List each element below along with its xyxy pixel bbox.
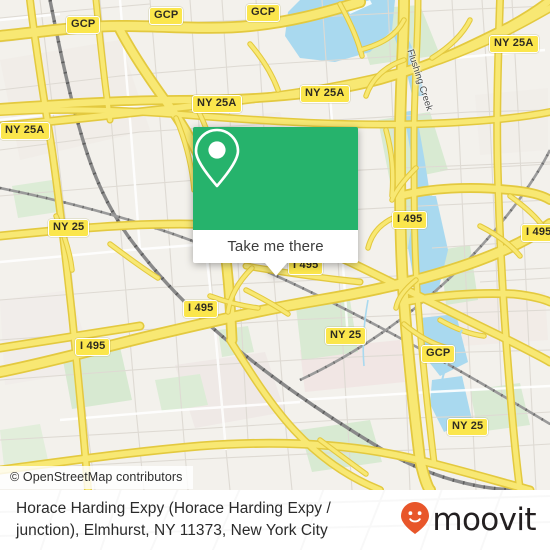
road-shield: GCP: [149, 7, 184, 25]
popup-pin-panel: [193, 127, 358, 230]
location-title: Horace Harding Expy (Horace Harding Expy…: [16, 500, 331, 539]
footer-bar: Horace Harding Expy (Horace Harding Expy…: [0, 490, 550, 550]
map-canvas[interactable]: GCP GCP GCP NY 25A NY 25A NY 25A NY 25A NY 25 I …: [0, 0, 550, 490]
moovit-logo[interactable]: moovit: [400, 501, 537, 540]
road-shield: NY 25: [48, 219, 90, 237]
road-shield: I 495: [392, 211, 428, 229]
moovit-smiley-pin-icon: [400, 501, 430, 540]
road-shield: I 495: [183, 300, 219, 318]
road-shield: GCP: [421, 345, 456, 363]
moovit-wordmark: moovit: [432, 501, 536, 538]
take-me-there-button[interactable]: Take me there: [193, 230, 358, 263]
road-shield: NY 25: [325, 327, 367, 345]
popup-tail: [264, 263, 287, 276]
road-shield: I 495: [75, 338, 111, 356]
osm-attribution[interactable]: © OpenStreetMap contributors: [0, 466, 193, 489]
road-shield: NY 25A: [192, 95, 242, 113]
road-shield: NY 25A: [0, 122, 50, 140]
road-shield: GCP: [246, 4, 281, 22]
map-screenshot: GCP GCP GCP NY 25A NY 25A NY 25A NY 25A NY 25 I …: [0, 0, 550, 550]
road-shield: NY 25A: [489, 35, 539, 53]
road-shield: GCP: [66, 16, 101, 34]
road-shield: I 495: [521, 224, 550, 242]
location-popup-card[interactable]: Take me there: [193, 127, 358, 276]
road-shield: NY 25: [447, 418, 489, 436]
road-shield: NY 25A: [300, 85, 350, 103]
